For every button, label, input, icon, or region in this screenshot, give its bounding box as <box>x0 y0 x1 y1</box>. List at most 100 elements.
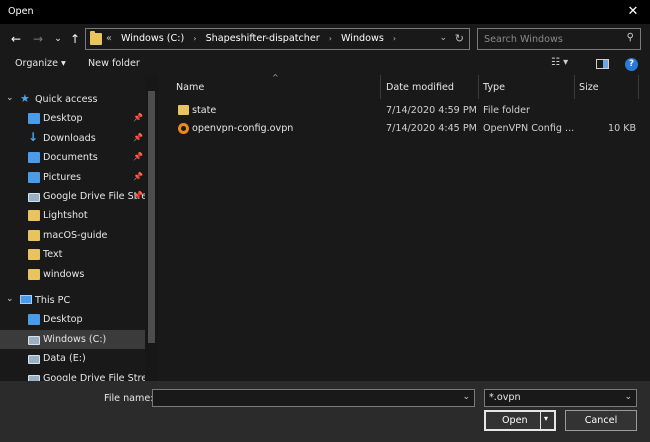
cancel-button[interactable]: Cancel <box>565 410 637 431</box>
address-bar[interactable]: « Windows (C:) › Shapeshifter-dispatcher… <box>85 28 470 50</box>
folder-icon <box>28 171 40 183</box>
help-icon[interactable]: ? <box>625 58 638 71</box>
refresh-icon[interactable]: ↻ <box>455 32 464 45</box>
folder-icon <box>28 249 40 261</box>
recent-locations-chevron-icon[interactable]: ⌄ <box>50 31 66 47</box>
file-size: 10 KB <box>608 123 637 134</box>
dialog-footer: File name: ⌄ *.ovpn ⌄ Open ▾ Cancel <box>0 381 650 442</box>
split-divider <box>540 412 541 429</box>
breadcrumb-separator-icon[interactable]: › <box>393 34 396 43</box>
column-divider[interactable] <box>638 75 639 99</box>
column-header-type[interactable]: Type <box>483 82 505 93</box>
pin-icon: 📌 <box>133 113 143 123</box>
title-bar: Open ✕ <box>0 0 650 24</box>
folder-icon <box>90 31 102 45</box>
nav-item-text[interactable]: Text <box>0 245 145 264</box>
breadcrumb-windows[interactable]: Windows <box>341 33 384 44</box>
new-folder-button[interactable]: New folder <box>88 58 140 69</box>
nav-item-desktop[interactable]: Desktop 📌 <box>0 109 145 128</box>
chevron-down-icon[interactable]: ⌄ <box>624 392 632 402</box>
column-divider[interactable] <box>380 75 381 99</box>
pin-icon: 📌 <box>133 152 143 162</box>
file-name-label: File name: <box>104 393 154 404</box>
breadcrumb-shapeshifter-dispatcher[interactable]: Shapeshifter-dispatcher <box>206 33 320 44</box>
nav-item-label: Google Drive File Stre <box>43 191 145 202</box>
column-divider[interactable] <box>574 75 575 99</box>
nav-item-label: Documents <box>43 152 98 164</box>
nav-item-lightshot[interactable]: Lightshot <box>0 206 145 225</box>
chevron-down-icon[interactable]: ⌄ <box>462 392 470 402</box>
forward-arrow-icon[interactable]: → <box>30 31 46 47</box>
folder-icon <box>28 314 40 326</box>
file-type-filter-value: *.ovpn <box>489 392 521 403</box>
nav-item-desktop[interactable]: Desktop <box>0 310 145 329</box>
nav-item-documents[interactable]: Documents 📌 <box>0 148 145 167</box>
nav-item-label: macOS-guide <box>43 229 108 241</box>
breadcrumb-windows-c[interactable]: Windows (C:) <box>121 33 184 44</box>
nav-item-label: Desktop <box>43 113 83 125</box>
nav-item-downloads[interactable]: ↓ Downloads 📌 <box>0 129 145 148</box>
address-dropdown-icon[interactable]: ⌄ <box>439 33 447 43</box>
nav-item-label: Pictures <box>43 171 81 183</box>
scrollbar-thumb[interactable] <box>148 91 155 343</box>
file-row-state[interactable]: state 7/14/2020 4:59 PM File folder <box>168 102 642 120</box>
file-name-input[interactable] <box>157 392 457 404</box>
star-icon: ★ <box>20 92 30 105</box>
open-button-label: Open <box>502 415 528 426</box>
folder-icon <box>28 268 40 280</box>
nav-item-windows-c[interactable]: Windows (C:) <box>0 329 145 349</box>
folder-icon <box>28 229 40 241</box>
drive-icon <box>28 335 40 345</box>
nav-item-data-e[interactable]: Data (E:) <box>0 349 145 368</box>
chevron-down-icon[interactable]: ⌄ <box>6 93 14 103</box>
chevron-down-icon[interactable]: ⌄ <box>6 294 14 304</box>
computer-icon <box>20 295 32 304</box>
nav-item-label: Quick access <box>35 94 98 105</box>
navigation-scrollbar[interactable] <box>145 75 158 381</box>
back-arrow-icon[interactable]: ← <box>8 31 24 47</box>
nav-item-pictures[interactable]: Pictures 📌 <box>0 168 145 187</box>
search-box[interactable]: ⚲ <box>477 28 641 50</box>
file-name: openvpn-config.ovpn <box>192 123 294 134</box>
navigation-pane: ⌄ ★ Quick access Desktop 📌 ↓ Downloads 📌 Documen… <box>0 75 158 381</box>
change-view-icon[interactable]: ☷ ▾ <box>551 57 568 68</box>
close-icon[interactable]: ✕ <box>616 0 650 24</box>
nav-item-label: windows <box>43 268 85 280</box>
nav-item-google-drive-file-stre[interactable]: Google Drive File Stre 📌 <box>0 187 145 206</box>
column-header-size[interactable]: Size <box>579 82 599 93</box>
nav-item-quick-access[interactable]: ⌄ ★ Quick access <box>0 90 145 109</box>
pin-icon: 📌 <box>133 132 143 142</box>
nav-item-macos-guide[interactable]: macOS-guide <box>0 226 145 245</box>
file-name-combobox[interactable]: ⌄ <box>152 389 475 407</box>
search-input[interactable] <box>484 32 614 46</box>
nav-item-label: Lightshot <box>43 210 88 222</box>
column-header-date-modified[interactable]: Date modified <box>386 82 454 93</box>
breadcrumb-separator-icon[interactable]: › <box>329 34 332 43</box>
nav-item-label: Text <box>43 249 63 261</box>
folder-icon <box>28 113 40 125</box>
up-arrow-icon[interactable]: ↑ <box>67 31 83 47</box>
open-button[interactable]: Open ▾ <box>484 410 556 431</box>
nav-item-label: Google Drive File Stream <box>43 372 145 381</box>
nav-item-google-drive-file-stream[interactable]: Google Drive File Stream <box>0 369 145 381</box>
breadcrumb-overflow-icon[interactable]: « <box>106 33 112 44</box>
download-icon: ↓ <box>28 129 39 144</box>
drive-icon <box>28 193 40 202</box>
open-options-chevron-icon[interactable]: ▾ <box>544 414 548 423</box>
nav-item-label: This PC <box>35 295 71 306</box>
nav-item-label: Downloads <box>43 132 96 144</box>
nav-item-label: Data (E:) <box>43 353 86 365</box>
breadcrumb-separator-icon[interactable]: › <box>193 34 196 43</box>
file-date: 7/14/2020 4:45 PM <box>386 123 477 134</box>
nav-item-this-pc[interactable]: ⌄ This PC <box>0 291 145 310</box>
pin-icon: 📌 <box>133 171 143 181</box>
preview-pane-icon[interactable] <box>596 59 609 69</box>
organize-button[interactable]: Organize ▾ <box>15 58 66 69</box>
file-type-filter[interactable]: *.ovpn ⌄ <box>484 389 637 407</box>
column-header-name[interactable]: Name <box>176 82 204 93</box>
cancel-button-label: Cancel <box>584 415 618 426</box>
file-row-openvpn-config[interactable]: openvpn-config.ovpn 7/14/2020 4:45 PM Op… <box>168 120 642 138</box>
nav-item-windows[interactable]: windows <box>0 265 145 284</box>
pin-icon: 📌 <box>133 191 143 200</box>
column-divider[interactable] <box>478 75 479 99</box>
